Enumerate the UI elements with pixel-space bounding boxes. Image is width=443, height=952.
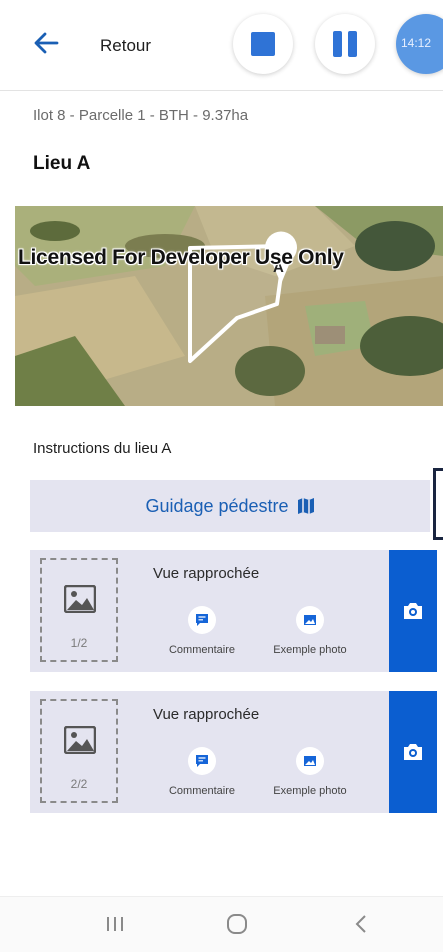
photo-card: 1/2 Vue rapprochée Commentaire Exemple p… (30, 550, 437, 672)
map-view[interactable]: A (15, 206, 443, 406)
stop-button[interactable] (233, 14, 293, 74)
back-icon[interactable] (346, 911, 376, 937)
example-photo-icon (304, 756, 316, 766)
example-photo-icon (304, 615, 316, 625)
camera-icon (404, 744, 422, 760)
map-watermark: Licensed For Developer Use Only (18, 246, 344, 269)
photo-slot[interactable]: 2/2 (40, 699, 118, 803)
photo-count: 1/2 (70, 636, 88, 650)
comment-label: Commentaire (168, 644, 236, 656)
example-photo-label: Exemple photo (273, 644, 347, 656)
image-icon (64, 726, 96, 754)
instructions-title: Instructions du lieu A (33, 440, 172, 457)
walking-guidance-label: Guidage pédestre (145, 495, 289, 516)
back-button-label[interactable]: Retour (100, 36, 151, 56)
page-title: Lieu A (33, 153, 91, 174)
system-navigation-bar (0, 896, 443, 952)
breadcrumb: Ilot 8 - Parcelle 1 - BTH - 9.37ha (33, 107, 249, 124)
recent-apps-icon[interactable] (100, 911, 130, 937)
map-icon (297, 498, 314, 514)
pause-button[interactable] (315, 14, 375, 74)
comment-icon (196, 614, 208, 626)
example-photo-button[interactable]: Exemple photo (260, 747, 360, 797)
example-photo-label: Exemple photo (273, 785, 347, 797)
edge-frame (433, 468, 443, 540)
top-bar: Retour 14:12 (0, 0, 443, 90)
walking-guidance-button[interactable]: Guidage pédestre (30, 480, 430, 532)
divider (0, 90, 443, 91)
timer-text: 14:12 (401, 36, 432, 50)
camera-icon (404, 603, 422, 619)
camera-button[interactable] (389, 550, 437, 672)
timer-badge: 14:12 (396, 14, 443, 74)
comment-icon (196, 755, 208, 767)
pause-icon (333, 31, 342, 57)
photo-card: 2/2 Vue rapprochée Commentaire Exemple p… (30, 691, 437, 813)
stop-icon (251, 32, 275, 56)
image-icon (64, 585, 96, 613)
comment-button[interactable]: Commentaire (152, 747, 252, 797)
home-icon[interactable] (222, 911, 252, 937)
comment-button[interactable]: Commentaire (152, 606, 252, 656)
photo-slot[interactable]: 1/2 (40, 558, 118, 662)
camera-button[interactable] (389, 691, 437, 813)
example-photo-button[interactable]: Exemple photo (260, 606, 360, 656)
back-arrow-icon[interactable] (33, 30, 59, 56)
card-title: Vue rapprochée (153, 565, 260, 582)
photo-count: 2/2 (70, 777, 88, 791)
card-title: Vue rapprochée (153, 706, 260, 723)
comment-label: Commentaire (168, 785, 236, 797)
